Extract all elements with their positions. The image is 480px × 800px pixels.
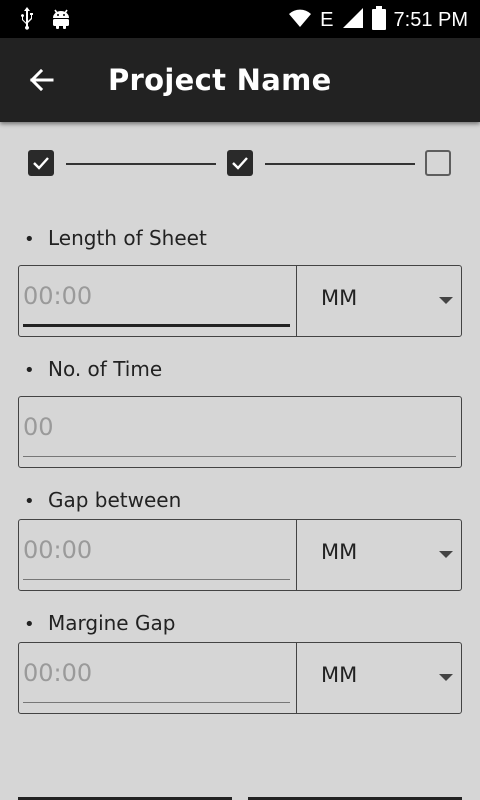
input-underline — [23, 702, 290, 703]
app-bar: Project Name — [0, 38, 480, 122]
input-underline — [23, 324, 290, 327]
step-connector — [66, 163, 216, 165]
length-of-sheet-group: MM — [18, 265, 462, 337]
android-icon — [50, 6, 72, 34]
step-progress — [28, 150, 452, 178]
network-type: E — [320, 9, 334, 31]
chevron-down-icon — [439, 551, 453, 558]
gap-unit-dropdown[interactable]: MM — [297, 520, 461, 590]
margine-gap-label: • Margine Gap — [24, 611, 176, 635]
clock: 7:51 PM — [393, 9, 468, 31]
gap-between-group: MM — [18, 519, 462, 591]
step-connector — [265, 163, 415, 165]
step-2-checkbox[interactable] — [227, 150, 253, 176]
page-title: Project Name — [108, 63, 332, 97]
wifi-icon — [288, 7, 312, 33]
chevron-down-icon — [439, 674, 453, 681]
length-of-sheet-label: • Length of Sheet — [24, 226, 207, 250]
battery-icon — [371, 6, 386, 34]
length-unit-dropdown[interactable]: MM — [297, 266, 461, 336]
gap-between-label: • Gap between — [24, 488, 182, 512]
input-underline — [23, 579, 290, 580]
no-of-time-group — [18, 396, 462, 468]
input-underline — [23, 456, 456, 457]
length-of-sheet-input[interactable] — [23, 274, 289, 318]
no-of-time-input[interactable] — [23, 405, 453, 449]
arrow-left-icon[interactable] — [26, 64, 58, 96]
margine-unit-dropdown[interactable]: MM — [297, 643, 461, 713]
margine-gap-input[interactable] — [23, 651, 289, 695]
chevron-down-icon — [439, 297, 453, 304]
usb-icon — [18, 6, 36, 34]
signal-icon — [342, 7, 364, 33]
step-1-checkbox[interactable] — [28, 150, 54, 176]
gap-between-input[interactable] — [23, 528, 289, 572]
no-of-time-label: • No. of Time — [24, 357, 163, 381]
margine-gap-group: MM — [18, 642, 462, 714]
status-bar: E 7:51 PM — [0, 0, 480, 38]
step-3-checkbox[interactable] — [425, 150, 451, 176]
